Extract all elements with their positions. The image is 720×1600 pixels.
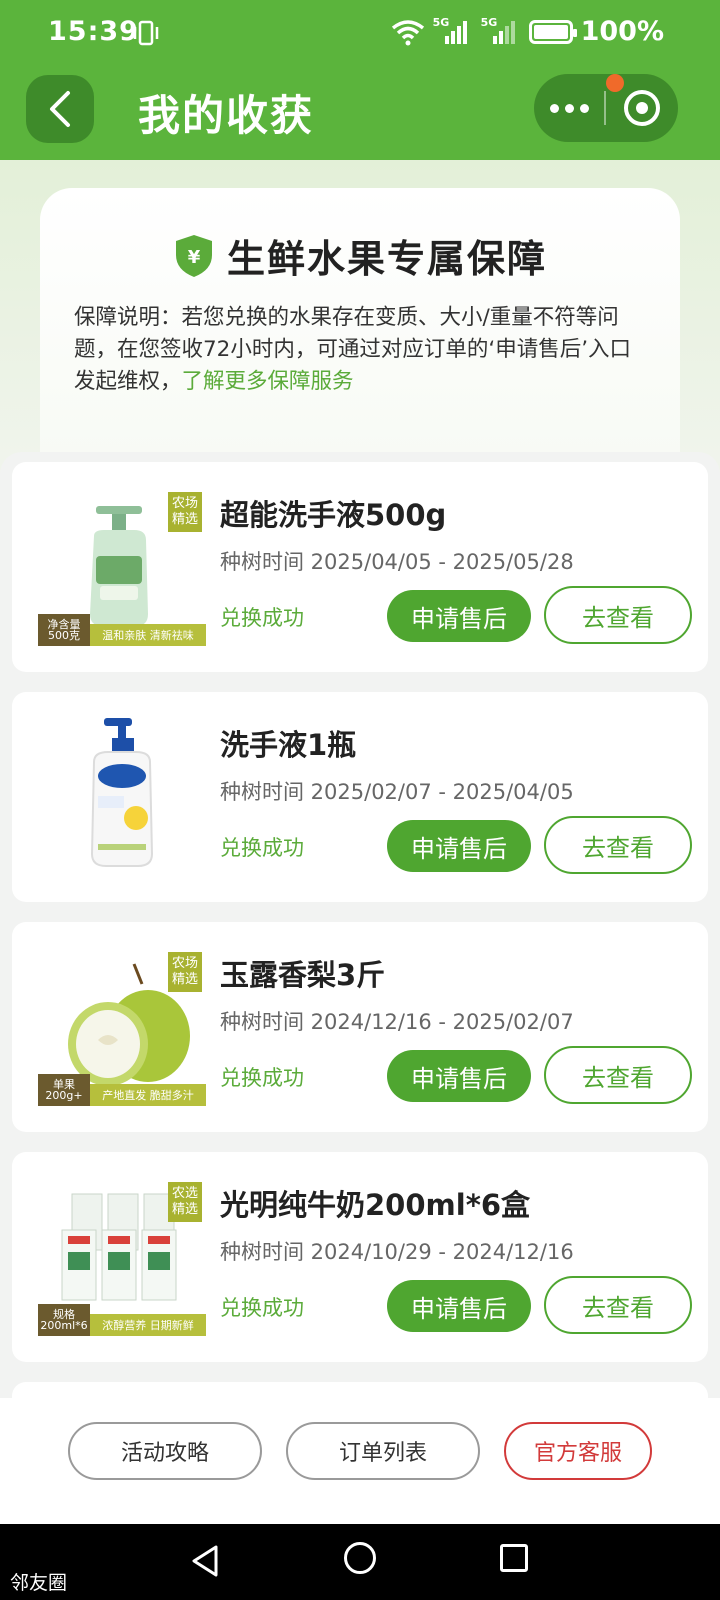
- promo-strip: 单果200g+ 产地直发 脆甜多汁: [38, 1074, 206, 1106]
- chevron-left-icon: [50, 91, 70, 127]
- exchange-status: 兑换成功: [220, 1296, 304, 1320]
- more-icon[interactable]: [534, 103, 604, 113]
- top-bar: 15:39 5G 5G 100% 我的收获: [0, 0, 720, 160]
- signal-1-icon: 5G: [433, 16, 473, 46]
- app-label: 邻友圈: [10, 1572, 68, 1594]
- status-right: 5G 5G 100%: [391, 16, 664, 47]
- spec-label: 净含量500克: [38, 614, 90, 646]
- customer-service-button[interactable]: 官方客服: [504, 1422, 652, 1480]
- farm-pick-tag: 农选精选: [168, 1182, 202, 1222]
- wifi-icon: [391, 19, 424, 45]
- after-sale-button[interactable]: 申请售后: [387, 820, 531, 872]
- signal-2-icon: 5G: [481, 16, 521, 46]
- product-image: 农场精选 单果200g+ 产地直发 脆甜多汁: [38, 944, 206, 1112]
- product-image: 农场精选 净含量500克 温和亲肤 清新祛味: [38, 484, 206, 652]
- after-sale-button[interactable]: 申请售后: [387, 590, 531, 642]
- status-time: 15:39: [48, 16, 139, 47]
- slogan-label: 温和亲肤 清新祛味: [102, 629, 194, 642]
- product-title: 超能洗手液500g: [220, 498, 447, 532]
- exchange-status: 兑换成功: [220, 836, 304, 860]
- vibrate-icon: [133, 20, 159, 46]
- planting-time: 种树时间 2024/12/16 - 2025/02/07: [220, 1010, 574, 1034]
- product-title: 玉露香梨3斤: [220, 958, 386, 992]
- guarantee-header: ¥ 生鲜水果专属保障: [40, 228, 680, 283]
- slogan-label: 产地直发 脆甜多汁: [102, 1089, 194, 1102]
- planting-time: 种树时间 2025/04/05 - 2025/05/28: [220, 550, 574, 574]
- page-title: 我的收获: [138, 91, 315, 140]
- order-list-button[interactable]: 订单列表: [286, 1422, 480, 1480]
- target-icon: [624, 90, 660, 126]
- bottom-action-bar: 活动攻略 订单列表 官方客服: [0, 1398, 720, 1524]
- nav-back-icon[interactable]: [190, 1544, 220, 1578]
- promo-strip: 规格200ml*6 浓醇营养 日期新鲜: [38, 1304, 206, 1336]
- system-nav-bar: 邻友圈: [0, 1524, 720, 1600]
- spec-label: 单果200g+: [38, 1074, 90, 1106]
- back-button[interactable]: [26, 75, 94, 143]
- planting-time: 种树时间 2025/02/07 - 2025/04/05: [220, 780, 574, 804]
- harvest-item: 洗手液1瓶 种树时间 2025/02/07 - 2025/04/05 兑换成功 …: [12, 692, 708, 902]
- harvest-item: 农选精选 规格200ml*6 浓醇营养 日期新鲜 光明纯牛奶200ml*6盒 种…: [12, 1152, 708, 1362]
- product-title: 洗手液1瓶: [220, 728, 357, 762]
- spec-label: 规格200ml*6: [38, 1304, 90, 1336]
- status-bar: 15:39 5G 5G 100%: [0, 0, 720, 68]
- close-mini-program-button[interactable]: [606, 90, 678, 126]
- after-sale-button[interactable]: 申请售后: [387, 1050, 531, 1102]
- product-title: 光明纯牛奶200ml*6盒: [220, 1188, 531, 1222]
- exchange-status: 兑换成功: [220, 606, 304, 630]
- learn-more-link[interactable]: 了解更多保障服务: [182, 369, 354, 394]
- exchange-status: 兑换成功: [220, 1066, 304, 1090]
- view-button[interactable]: 去查看: [544, 816, 692, 874]
- notification-dot: [606, 74, 624, 92]
- screen: 15:39 5G 5G 100% 我的收获 ¥ 生鲜水果专属保障 保障说明：若您…: [0, 0, 720, 1600]
- product-image: 农选精选 规格200ml*6 浓醇营养 日期新鲜: [38, 1174, 206, 1342]
- farm-pick-tag: 农场精选: [168, 952, 202, 992]
- harvest-item: 农场精选 单果200g+ 产地直发 脆甜多汁 玉露香梨3斤 种树时间 2024/…: [12, 922, 708, 1132]
- safeguard-bottle-icon: [90, 718, 154, 867]
- slogan-label: 浓醇营养 日期新鲜: [102, 1319, 194, 1332]
- promo-strip: 净含量500克 温和亲肤 清新祛味: [38, 614, 206, 646]
- nav-home-icon[interactable]: [344, 1542, 376, 1574]
- guarantee-card: ¥ 生鲜水果专属保障 保障说明：若您兑换的水果存在变质、大小/重量不符等问题，在…: [40, 188, 680, 478]
- shield-symbol: ¥: [188, 247, 201, 268]
- planting-time: 种树时间 2024/10/29 - 2024/12/16: [220, 1240, 574, 1264]
- harvest-list: 农场精选 净含量500克 温和亲肤 清新祛味 超能洗手液500g 种树时间 20…: [0, 452, 720, 1442]
- battery-icon: [528, 19, 577, 44]
- view-button[interactable]: 去查看: [544, 586, 692, 644]
- view-button[interactable]: 去查看: [544, 1046, 692, 1104]
- harvest-item: 农场精选 净含量500克 温和亲肤 清新祛味 超能洗手液500g 种树时间 20…: [12, 462, 708, 672]
- nav-recent-icon[interactable]: [500, 1544, 528, 1572]
- battery-level: 100%: [580, 16, 664, 47]
- farm-pick-tag: 农场精选: [168, 492, 202, 532]
- guarantee-title: 生鲜水果专属保障: [226, 237, 547, 281]
- activity-guide-button[interactable]: 活动攻略: [68, 1422, 262, 1480]
- after-sale-button[interactable]: 申请售后: [387, 1280, 531, 1332]
- view-button[interactable]: 去查看: [544, 1276, 692, 1334]
- product-image: [38, 714, 206, 882]
- guarantee-description: 保障说明：若您兑换的水果存在变质、大小/重量不符等问题，在您签收72小时内，可通…: [74, 302, 650, 398]
- shield-icon: ¥: [175, 234, 212, 277]
